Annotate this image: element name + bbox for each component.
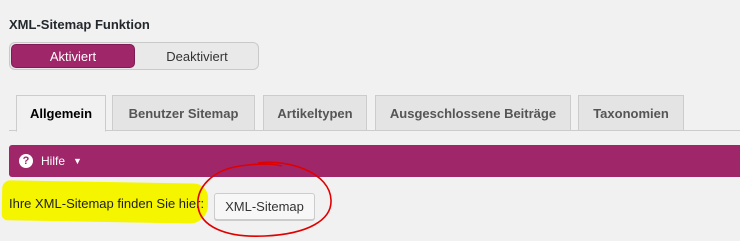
tab-allgemein[interactable]: Allgemein	[16, 95, 106, 132]
help-label: Hilfe	[41, 154, 66, 168]
tab-ausgeschlossene-beitraege[interactable]: Ausgeschlossene Beiträge	[375, 95, 571, 131]
toggle-deactivated-button[interactable]: Deaktiviert	[136, 43, 258, 69]
toggle-activated-button[interactable]: Aktiviert	[11, 44, 135, 68]
help-icon: ?	[19, 154, 33, 168]
sitemap-location-text: Ihre XML-Sitemap finden Sie hier:	[9, 196, 205, 211]
red-circle-annotation	[197, 161, 332, 237]
help-toggle-bar[interactable]: ? Hilfe ▼	[9, 145, 740, 177]
tab-artikeltypen[interactable]: Artikeltypen	[263, 95, 367, 131]
section-title: XML-Sitemap Funktion	[9, 17, 150, 32]
sitemap-toggle[interactable]: Aktiviert Deaktiviert	[9, 42, 259, 70]
chevron-down-icon: ▼	[73, 156, 82, 166]
tab-benutzer-sitemap[interactable]: Benutzer Sitemap	[112, 95, 255, 131]
tab-taxonomien[interactable]: Taxonomien	[578, 95, 684, 131]
